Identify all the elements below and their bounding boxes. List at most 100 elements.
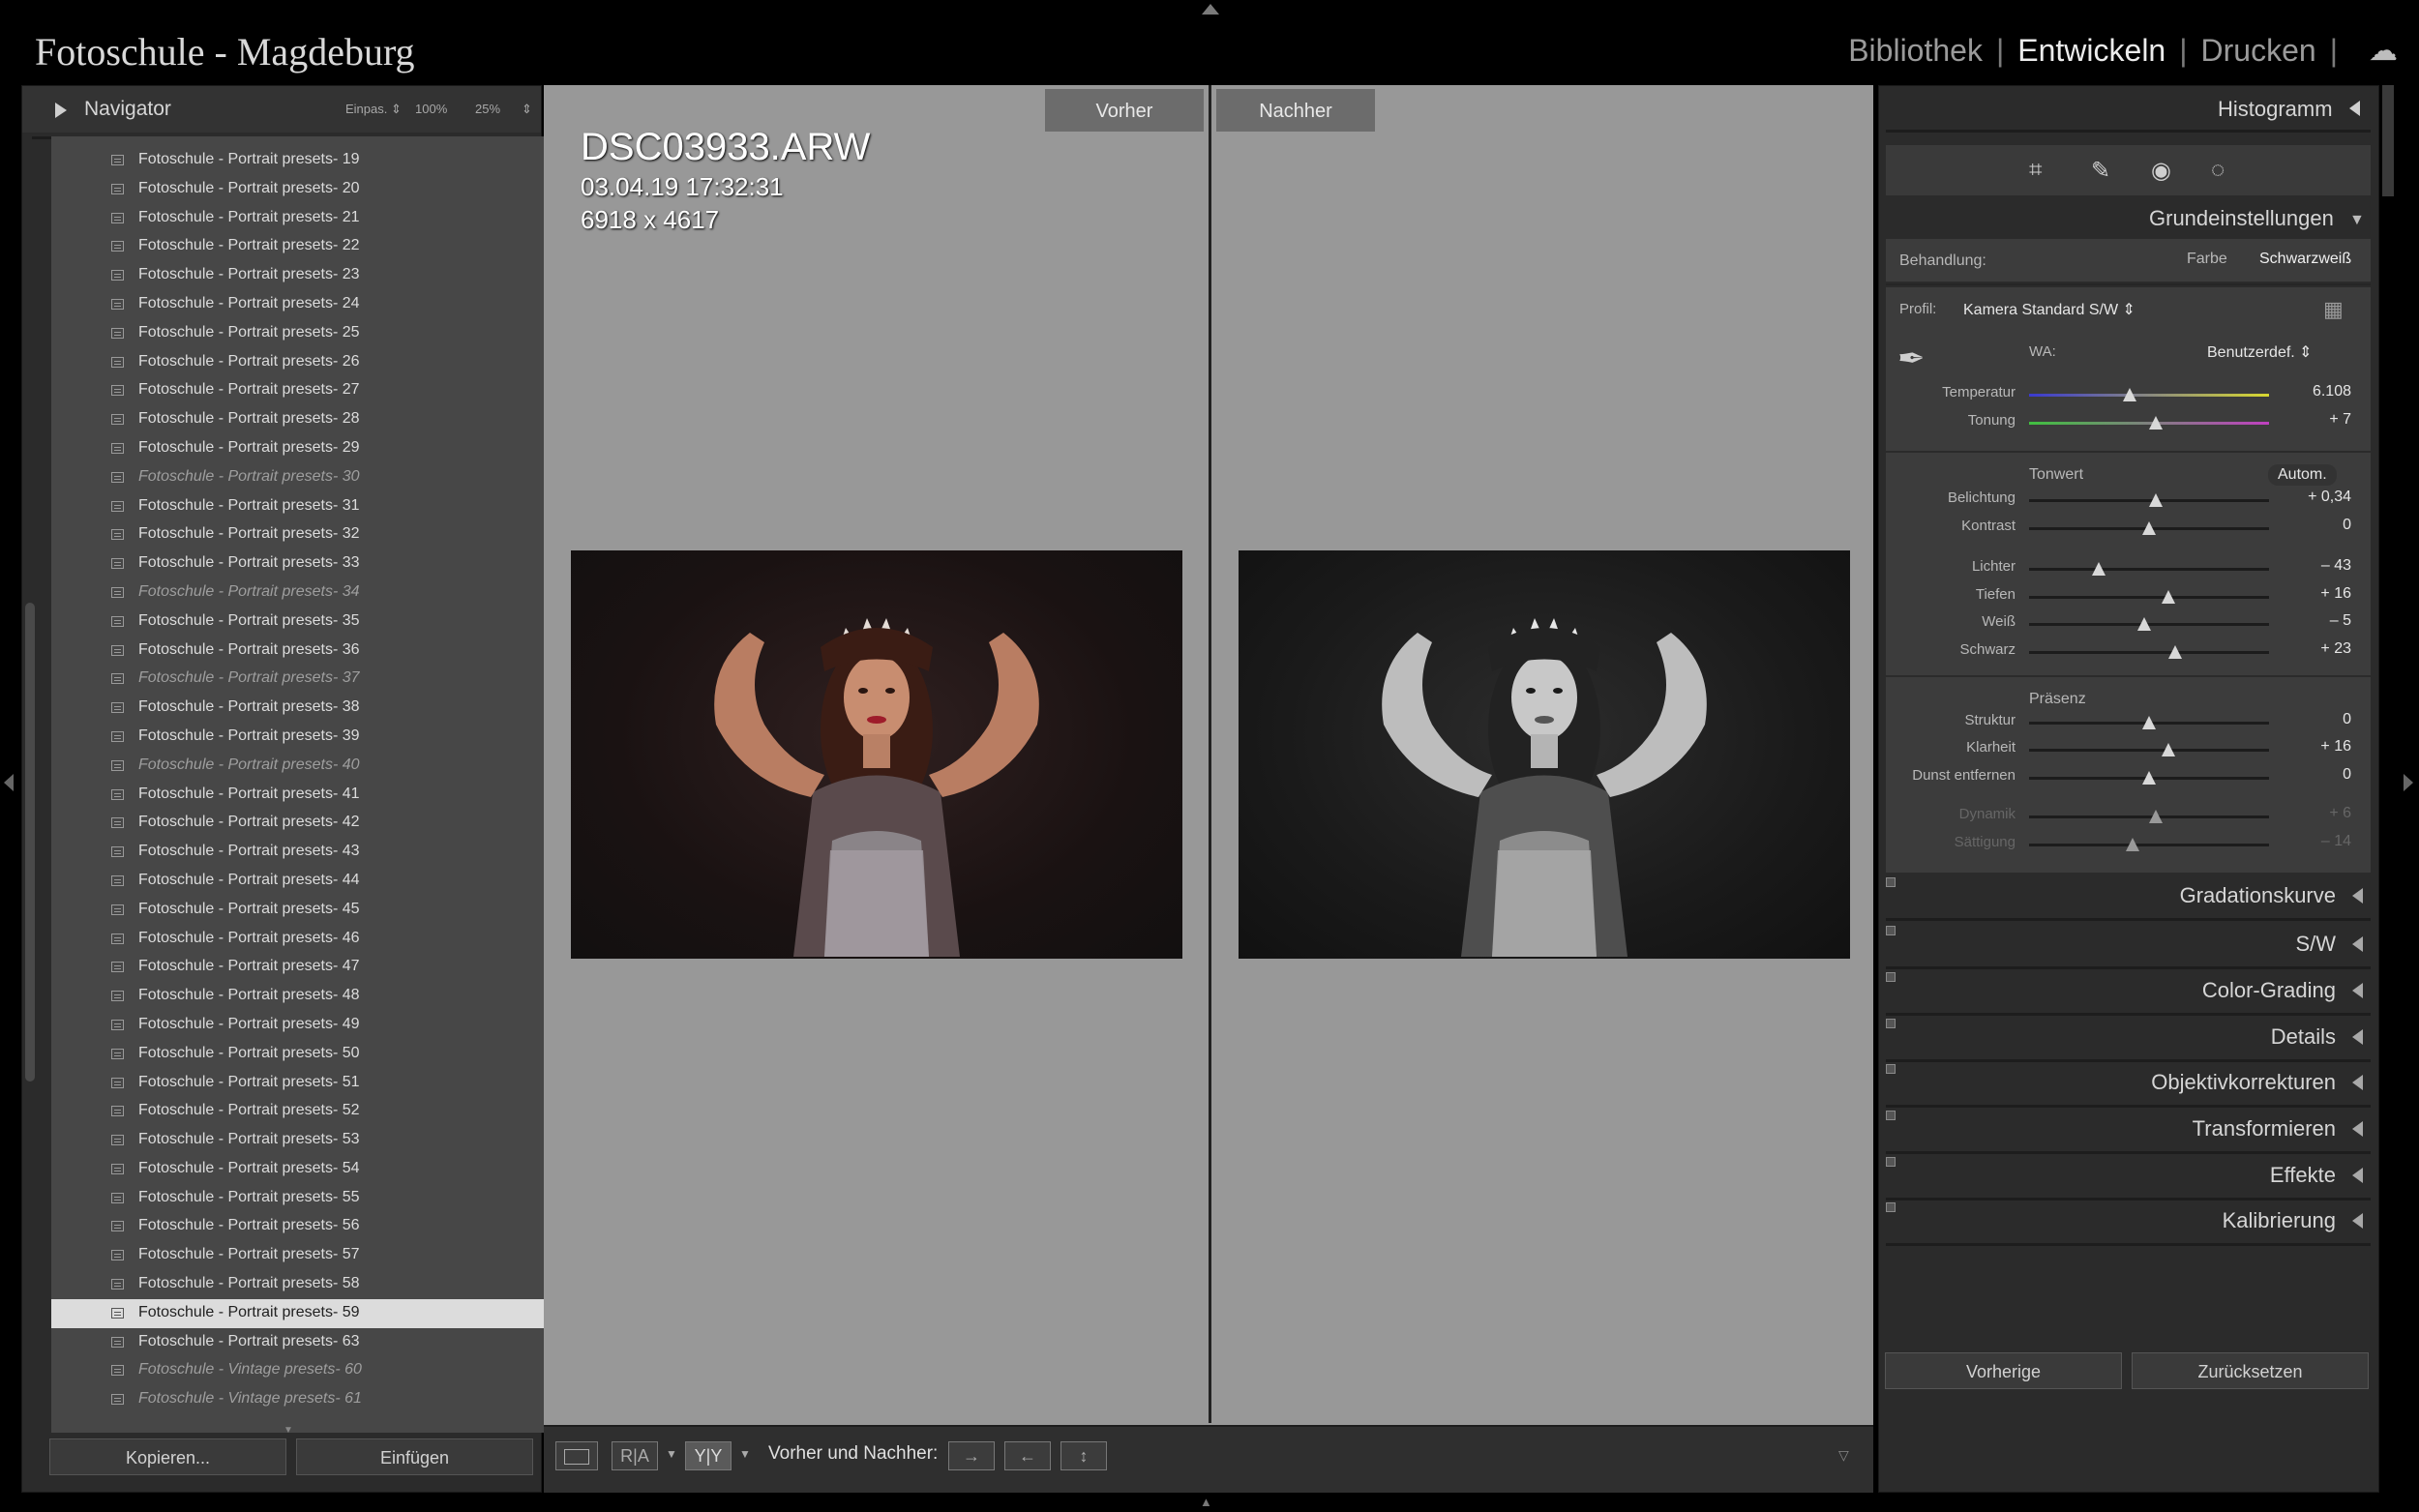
dropdown-icon[interactable]: ▼ [666, 1447, 677, 1461]
preset-item[interactable]: Fotoschule - Portrait presets- 59 [51, 1298, 555, 1328]
panel-color-grading[interactable]: Color-Grading [1886, 970, 2371, 1016]
slider-value[interactable]: – 43 [2284, 557, 2351, 575]
slider-value[interactable]: 0 [2284, 766, 2351, 784]
slider-thumb[interactable] [2142, 716, 2156, 729]
preset-item[interactable]: Fotoschule - Portrait presets- 36 [51, 637, 555, 666]
slider-track[interactable] [2029, 651, 2269, 654]
panel-transformieren[interactable]: Transformieren [1886, 1109, 2371, 1154]
collapse-top-panel-icon[interactable] [1202, 4, 1219, 15]
right-scrollbar[interactable] [2382, 85, 2394, 196]
copy-after-to-before-button[interactable]: ← [1004, 1441, 1051, 1470]
panel-kalibrierung[interactable]: Kalibrierung [1886, 1201, 2371, 1246]
red-eye-icon[interactable]: ◉ [2151, 157, 2171, 185]
swap-before-after-button[interactable]: ↕ [1060, 1441, 1107, 1470]
wb-select[interactable]: Benutzerdef. ⇕ [2207, 342, 2313, 362]
list-item[interactable] [51, 136, 555, 146]
before-photo[interactable] [571, 550, 1182, 959]
preset-item[interactable]: Fotoschule - Portrait presets- 56 [51, 1212, 555, 1241]
slider-value[interactable]: 6.108 [2284, 383, 2351, 400]
preset-item[interactable]: Fotoschule - Portrait presets- 29 [51, 434, 555, 463]
preset-item[interactable]: Fotoschule - Portrait presets- 34 [51, 578, 555, 608]
expand-triangle-icon[interactable] [2352, 1029, 2363, 1045]
preset-item[interactable]: Fotoschule - Portrait presets- 30 [51, 463, 555, 492]
navigator-header[interactable]: Navigator Einpas. ⇕ 100% 25% ⇕ [22, 86, 541, 133]
preset-item[interactable]: Fotoschule - Portrait presets- 51 [51, 1069, 555, 1098]
treatment-color-option[interactable]: Farbe [2187, 251, 2227, 268]
before-after-lr-button[interactable]: R|A [612, 1441, 658, 1470]
zoom-menu-icon[interactable]: ⇕ [522, 102, 532, 117]
preset-item[interactable]: Fotoschule - Portrait presets- 40 [51, 752, 555, 781]
preset-item[interactable]: Fotoschule - Portrait presets- 47 [51, 953, 555, 982]
preset-item[interactable]: Fotoschule - Portrait presets- 41 [51, 781, 555, 810]
preset-item[interactable]: Fotoschule - Portrait presets- 19 [51, 146, 555, 175]
collapse-right-panel-icon[interactable] [2404, 774, 2413, 791]
slider-thumb[interactable] [2142, 771, 2156, 785]
healing-icon[interactable]: ✎ [2091, 157, 2110, 185]
preset-item[interactable]: Fotoschule - Portrait presets- 55 [51, 1184, 555, 1213]
preset-item[interactable]: Fotoschule - Portrait presets- 28 [51, 405, 555, 434]
histogram-title[interactable]: Histogramm [2218, 97, 2333, 122]
module-print[interactable]: Drucken [2201, 33, 2316, 69]
slider-track[interactable] [2029, 568, 2269, 571]
preset-item[interactable]: Fotoschule - Portrait presets- 23 [51, 261, 555, 290]
expand-triangle-icon[interactable] [2352, 888, 2363, 904]
slider-value[interactable]: 0 [2284, 711, 2351, 728]
expand-triangle-icon[interactable] [2352, 1121, 2363, 1137]
zoom-100-option[interactable]: 100% [415, 102, 447, 116]
slider-value[interactable]: + 6 [2284, 805, 2351, 822]
preset-item[interactable]: Fotoschule - Portrait presets- 58 [51, 1270, 555, 1299]
expand-triangle-icon[interactable] [2352, 1168, 2363, 1183]
expand-triangle-icon[interactable] [2352, 936, 2363, 952]
panel-switch-icon[interactable] [1886, 926, 1896, 935]
zoom-fit-option[interactable]: Einpas. ⇕ [345, 102, 402, 117]
panel-s-w[interactable]: S/W [1886, 924, 2371, 969]
slider-value[interactable]: + 0,34 [2284, 489, 2351, 506]
before-after-split-button[interactable]: Y|Y [685, 1441, 732, 1470]
slider-thumb[interactable] [2091, 562, 2105, 576]
slider-value[interactable]: – 14 [2284, 833, 2351, 850]
preset-item[interactable]: Fotoschule - Portrait presets- 32 [51, 520, 555, 549]
profile-select[interactable]: Kamera Standard S/W ⇕ [1963, 300, 2135, 319]
histogram-collapse-icon[interactable] [2349, 101, 2360, 116]
panel-objektivkorrekturen[interactable]: Objektivkorrekturen [1886, 1062, 2371, 1108]
preset-item[interactable]: Fotoschule - Portrait presets- 46 [51, 925, 555, 954]
loupe-view-button[interactable] [555, 1441, 598, 1470]
toolbar-menu-icon[interactable]: ▽ [1838, 1447, 1849, 1464]
eyedropper-icon[interactable]: ✒ [1897, 340, 1926, 378]
reset-button[interactable]: Zurücksetzen [2132, 1352, 2369, 1389]
preset-item[interactable]: Fotoschule - Portrait presets- 52 [51, 1097, 555, 1126]
slider-value[interactable]: 0 [2284, 517, 2351, 534]
slider-thumb[interactable] [2137, 617, 2152, 631]
slider-thumb[interactable] [2168, 645, 2183, 659]
slider-thumb[interactable] [2149, 493, 2164, 507]
treatment-bw-option[interactable]: Schwarzweiß [2259, 251, 2351, 268]
slider-thumb[interactable] [2149, 416, 2164, 430]
slider-track[interactable] [2029, 844, 2269, 846]
crop-icon[interactable]: ⌗ [2029, 157, 2043, 184]
preset-item[interactable]: Fotoschule - Portrait presets- 45 [51, 896, 555, 925]
preset-item[interactable]: Fotoschule - Portrait presets- 27 [51, 376, 555, 405]
panel-switch-icon[interactable] [1886, 1202, 1896, 1212]
expand-triangle-icon[interactable] [2352, 1075, 2363, 1090]
expand-triangle-icon[interactable] [2352, 1213, 2363, 1229]
previous-button[interactable]: Vorherige [1885, 1352, 2122, 1389]
preset-item[interactable]: Fotoschule - Portrait presets- 21 [51, 204, 555, 233]
basic-panel-title[interactable]: Grundeinstellungen [2149, 206, 2334, 231]
module-library[interactable]: Bibliothek [1848, 33, 1983, 69]
masking-icon[interactable]: ◌ [2211, 157, 2225, 184]
slider-thumb[interactable] [2123, 388, 2137, 401]
preset-item[interactable]: Fotoschule - Portrait presets- 54 [51, 1155, 555, 1184]
paste-button[interactable]: Einfügen [296, 1438, 533, 1475]
collapse-filmstrip-icon[interactable]: ▲ [1200, 1495, 1212, 1509]
preset-item[interactable]: Fotoschule - Vintage presets- 61 [51, 1385, 555, 1414]
slider-track[interactable] [2029, 596, 2269, 599]
preset-item[interactable]: Fotoschule - Portrait presets- 33 [51, 549, 555, 578]
collapse-left-panel-icon[interactable] [4, 774, 14, 791]
expand-triangle-icon[interactable] [2352, 983, 2363, 998]
cloud-icon[interactable]: ☁ [2369, 34, 2398, 68]
basic-panel-collapse-icon[interactable]: ▼ [2349, 212, 2365, 229]
slider-thumb[interactable] [2142, 521, 2156, 535]
panel-switch-icon[interactable] [1886, 877, 1896, 887]
profile-browser-icon[interactable]: ▦ [2323, 297, 2344, 322]
panel-switch-icon[interactable] [1886, 972, 1896, 982]
